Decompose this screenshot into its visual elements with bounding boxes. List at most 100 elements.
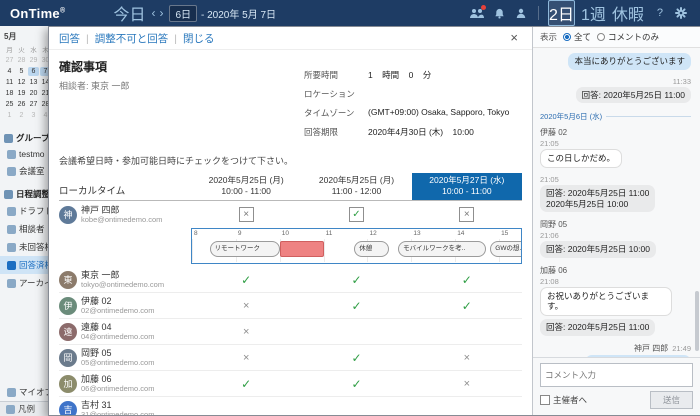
comment-compose-area: 主催者へ 送信 [533, 357, 700, 415]
mini-calendar-day[interactable]: 27 [28, 100, 39, 109]
scrollbar-thumb[interactable] [695, 291, 699, 351]
mini-calendar-day[interactable]: 6 [28, 67, 39, 76]
chat-author: 加藤 06 [540, 265, 567, 276]
attendee-email: 02@ontimedemo.com [81, 306, 154, 315]
slot-header[interactable]: 2020年5月27日 (水)10:00 - 11:00 [412, 173, 522, 200]
field-row: 所要時間1 時間 0 分 [304, 69, 522, 81]
cross-mark: × [412, 352, 522, 364]
toolbar-separator: | [86, 33, 89, 45]
close-icon[interactable]: × [504, 29, 524, 46]
avatar: 遠 [59, 323, 77, 341]
field-label: タイムゾーン [304, 107, 368, 119]
view-vacation-button[interactable]: 休暇 [612, 1, 644, 25]
mini-calendar-day[interactable]: 11 [4, 78, 15, 87]
answer-checkbox[interactable]: × [239, 207, 254, 222]
instruction-note: 会議希望日時・参加可能日時にチェックをつけて下さい。 [59, 154, 522, 167]
mini-calendar-day[interactable]: 29 [28, 56, 39, 65]
attendee-info: 遠遠藤 0404@ontimedemo.com [59, 322, 191, 341]
dialog-toolbar: 回答|調整不可と回答|閉じる [49, 27, 532, 50]
range-start-button[interactable]: 6日 [169, 5, 197, 22]
weekday-label: 月 [4, 44, 15, 54]
attendee-rows: 東東京 一郎tokyo@ontimedemo.com✓✓✓伊伊藤 0202@on… [59, 267, 522, 415]
slot-date: 2020年5月25日 (月) [191, 175, 301, 186]
reply-button[interactable]: 回答 [59, 33, 80, 45]
field-row: 回答期限2020年4月30日 (木) 10:00 [304, 126, 522, 138]
filter-comments-only-radio[interactable]: コメントのみ [597, 31, 659, 43]
slot-time: 10:00 - 11:00 [412, 186, 522, 197]
slot-header[interactable]: 2020年5月25日 (月)11:00 - 12:00 [301, 173, 411, 200]
prev-day-button[interactable]: ‹ [151, 6, 155, 20]
answer-checkbox[interactable]: ✓ [349, 207, 364, 222]
timeline-hour-label: 12 [367, 230, 376, 237]
calendar-event-pill: リモートワーク [210, 241, 280, 257]
chat-message: 加藤 0621:08お祝いありがとうございます。回答: 2020年5月25日 1… [540, 265, 691, 339]
reply-unavailable-button[interactable]: 調整不可と回答 [95, 33, 169, 45]
avatar: 岡 [59, 349, 77, 367]
field-row: タイムゾーン(GMT+09:00) Osaka, Sapporo, Tokyo [304, 107, 522, 119]
view-2day-button[interactable]: 2日 [548, 0, 575, 26]
topbar-right: 2日1週休暇 ? [466, 0, 700, 26]
filter-all-radio[interactable]: 全て [563, 31, 591, 43]
field-row: ロケーション [304, 88, 522, 100]
mini-calendar-day[interactable]: 13 [28, 78, 39, 87]
scrollbar[interactable] [695, 50, 699, 355]
mini-calendar-day[interactable]: 20 [28, 89, 39, 98]
avatar: 神 [59, 206, 77, 224]
view-1week-button[interactable]: 1週 [581, 1, 606, 25]
field-label: 所要時間 [304, 69, 368, 81]
attendee-row: 岡岡野 0505@ontimedemo.com×✓× [59, 345, 522, 371]
chat-bubble: 回答: 2020年5月25日 11:00 2020年5月25日 10:00 [540, 185, 655, 212]
attendee-name: 伊藤 02 [81, 296, 154, 306]
mini-calendar-day[interactable]: 26 [16, 100, 27, 109]
chat-message: 11:33回答: 2020年5月25日 11:00 [540, 77, 691, 107]
check-mark: ✓ [301, 299, 411, 313]
consulter-icon [7, 225, 16, 234]
chat-message: 21:05回答: 2020年5月25日 11:00 2020年5月25日 10:… [540, 175, 691, 215]
chat-bubble: 本当にありがとうございます [568, 53, 691, 70]
mini-calendar-day[interactable]: 3 [28, 111, 39, 120]
to-organizer-checkbox[interactable]: 主催者へ [540, 394, 587, 406]
chat-bubble: この日しかだめ。 [540, 149, 622, 168]
send-button[interactable]: 送信 [650, 391, 693, 409]
close-dialog-button[interactable]: 閉じる [183, 33, 215, 45]
chat-bubble: 回答: 2020年5月25日 11:00 [576, 87, 691, 104]
availability-timeline: 89101112131415リモートワーク休憩モバイルワークを考..GWの想.. [191, 228, 522, 264]
group-member-icon [7, 150, 16, 159]
people-icon[interactable] [469, 5, 485, 21]
timeline-hour-label: 14 [455, 230, 464, 237]
field-value: (GMT+09:00) Osaka, Sapporo, Tokyo [368, 107, 509, 119]
user-icon[interactable] [513, 5, 529, 21]
next-day-button[interactable]: › [159, 6, 163, 20]
weekday-label: 火 [16, 44, 27, 54]
slot-time: 11:00 - 12:00 [301, 186, 411, 197]
date-range: 6日 - 2020年 5月 7日 [169, 5, 276, 22]
cross-mark: × [191, 352, 301, 364]
comment-input[interactable] [540, 363, 693, 387]
today-button[interactable]: 今日 [113, 1, 145, 25]
mini-calendar-day[interactable]: 12 [16, 78, 27, 87]
attendee-email: 05@ontimedemo.com [81, 358, 154, 367]
field-label: 回答期限 [304, 126, 368, 138]
settings-gear-icon[interactable] [673, 5, 689, 21]
answered-icon [7, 261, 16, 270]
bell-icon[interactable] [491, 5, 507, 21]
mini-calendar-day[interactable]: 27 [4, 56, 15, 65]
mini-calendar-day[interactable]: 2 [16, 111, 27, 120]
group-icon [4, 134, 13, 143]
notification-badge [481, 5, 486, 10]
slot-header[interactable]: 2020年5月25日 (月)10:00 - 11:00 [191, 173, 301, 200]
chat-time: 21:08 [540, 277, 559, 286]
attendee-email: kobe@ontimedemo.com [81, 215, 162, 224]
mini-calendar-day[interactable]: 1 [4, 111, 15, 120]
mini-calendar-day[interactable]: 5 [16, 67, 27, 76]
comments-filter-bar: 表示 全て コメントのみ [533, 27, 700, 48]
mini-calendar-day[interactable]: 4 [4, 67, 15, 76]
mini-calendar-day[interactable]: 25 [4, 100, 15, 109]
mini-calendar-day[interactable]: 28 [16, 56, 27, 65]
timeline-gridline [324, 239, 325, 262]
answer-checkbox[interactable]: × [459, 207, 474, 222]
mini-calendar-day[interactable]: 18 [4, 89, 15, 98]
meeting-fields: 所要時間1 時間 0 分ロケーションタイムゾーン(GMT+09:00) Osak… [304, 69, 522, 145]
mini-calendar-day[interactable]: 19 [16, 89, 27, 98]
help-button[interactable]: ? [657, 7, 663, 19]
